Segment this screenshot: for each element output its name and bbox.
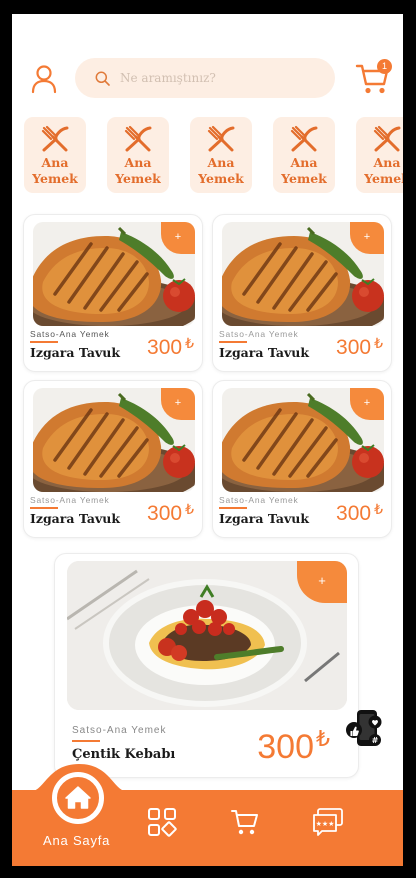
category-label-line2: Yemek <box>281 171 327 186</box>
product-card[interactable]: + Satso-Ana Yemek Izgara Tavuk 300 ₺ <box>212 380 392 538</box>
product-price: 300₺ <box>147 501 194 526</box>
app-screen: 1 Ana Yemek Ana Yemek Ana Yemek Ana Yeme… <box>12 14 403 866</box>
chicken-dish-image: + <box>222 222 384 326</box>
currency-symbol: ₺ <box>185 501 194 517</box>
nav-home-button[interactable] <box>52 772 104 824</box>
product-card[interactable]: + Satso-Ana Yemek Izgara Tavuk 300 ₺ <box>23 380 203 538</box>
product-name: Çentik Kebabı <box>72 747 176 762</box>
product-category: Satso-Ana Yemek <box>30 495 110 505</box>
product-price: 300₺ <box>257 726 330 767</box>
price-value: 300 <box>336 336 372 359</box>
fork-knife-icon <box>207 125 235 152</box>
svg-text:★★★: ★★★ <box>316 820 335 828</box>
product-name: Izgara Tavuk <box>219 345 310 360</box>
category-label-line2: Yemek <box>32 171 78 186</box>
category-label-line1: Ana <box>207 155 235 170</box>
fork-knife-icon <box>290 125 318 152</box>
currency-symbol: ₺ <box>374 335 383 351</box>
search-icon <box>95 71 110 86</box>
kebab-dish-image: + <box>67 561 347 710</box>
price-value: 300 <box>257 728 314 766</box>
featured-product-card[interactable]: + Satso-Ana Yemek Çentik Kebabı 300₺ <box>54 553 359 778</box>
price-value: 300 <box>147 502 183 525</box>
category-chip[interactable]: Ana Yemek <box>273 117 335 193</box>
fork-knife-icon <box>124 125 152 152</box>
category-chip[interactable]: Ana Yemek <box>107 117 169 193</box>
price-value: 300 <box>147 336 183 359</box>
product-category: Satso-Ana Yemek <box>219 495 299 505</box>
category-label-line1: Ana <box>41 155 69 170</box>
user-icon[interactable] <box>30 64 58 94</box>
category-label-line1: Ana <box>290 155 318 170</box>
category-underline <box>219 507 247 509</box>
category-label-line2: Yemek <box>364 171 403 186</box>
currency-symbol: ₺ <box>374 501 383 517</box>
product-card[interactable]: + Satso-Ana Yemek Izgara Tavuk 300 ₺ <box>212 214 392 372</box>
product-category: Satso-Ana Yemek <box>72 725 167 736</box>
currency-symbol: ₺ <box>185 335 194 351</box>
product-name: Izgara Tavuk <box>219 511 310 526</box>
category-chip[interactable]: Ana Yemek <box>356 117 403 193</box>
category-underline <box>30 507 58 509</box>
category-grid-icon[interactable] <box>147 807 177 842</box>
fork-knife-icon <box>373 125 401 152</box>
search-input[interactable] <box>120 71 320 85</box>
product-price: 300₺ <box>147 335 194 360</box>
product-name: Izgara Tavuk <box>30 345 121 360</box>
cart-icon[interactable] <box>230 807 260 842</box>
category-underline <box>219 341 247 343</box>
category-label-line1: Ana <box>373 155 401 170</box>
search-bar[interactable] <box>75 58 335 98</box>
category-chip[interactable]: Ana Yemek <box>190 117 252 193</box>
chicken-dish-image: + <box>33 388 195 492</box>
nav-home-label: Ana Sayfa <box>43 833 111 848</box>
price-value: 300 <box>336 502 372 525</box>
product-price: 300₺ <box>336 501 383 526</box>
category-underline <box>30 341 58 343</box>
reviews-icon[interactable]: ★★★ <box>312 807 344 842</box>
fork-knife-icon <box>41 125 69 152</box>
category-underline <box>72 740 100 742</box>
cart-count-badge: 1 <box>377 59 392 74</box>
category-label-line2: Yemek <box>198 171 244 186</box>
chicken-dish-image: + <box>222 388 384 492</box>
chicken-dish-image: + <box>33 222 195 326</box>
svg-text:#: # <box>372 736 379 745</box>
category-label-line2: Yemek <box>115 171 161 186</box>
chat-icon[interactable]: # <box>345 710 385 750</box>
home-icon <box>65 786 91 809</box>
currency-symbol: ₺ <box>316 726 330 751</box>
product-card[interactable]: + Satso-Ana Yemek Izgara Tavuk 300 ₺ <box>23 214 203 372</box>
category-label-line1: Ana <box>124 155 152 170</box>
product-price: 300₺ <box>336 335 383 360</box>
product-category: Satso-Ana Yemek <box>219 329 299 339</box>
category-chip[interactable]: Ana Yemek <box>24 117 86 193</box>
product-name: Izgara Tavuk <box>30 511 121 526</box>
product-category: Satso-Ana Yemek <box>30 329 110 339</box>
